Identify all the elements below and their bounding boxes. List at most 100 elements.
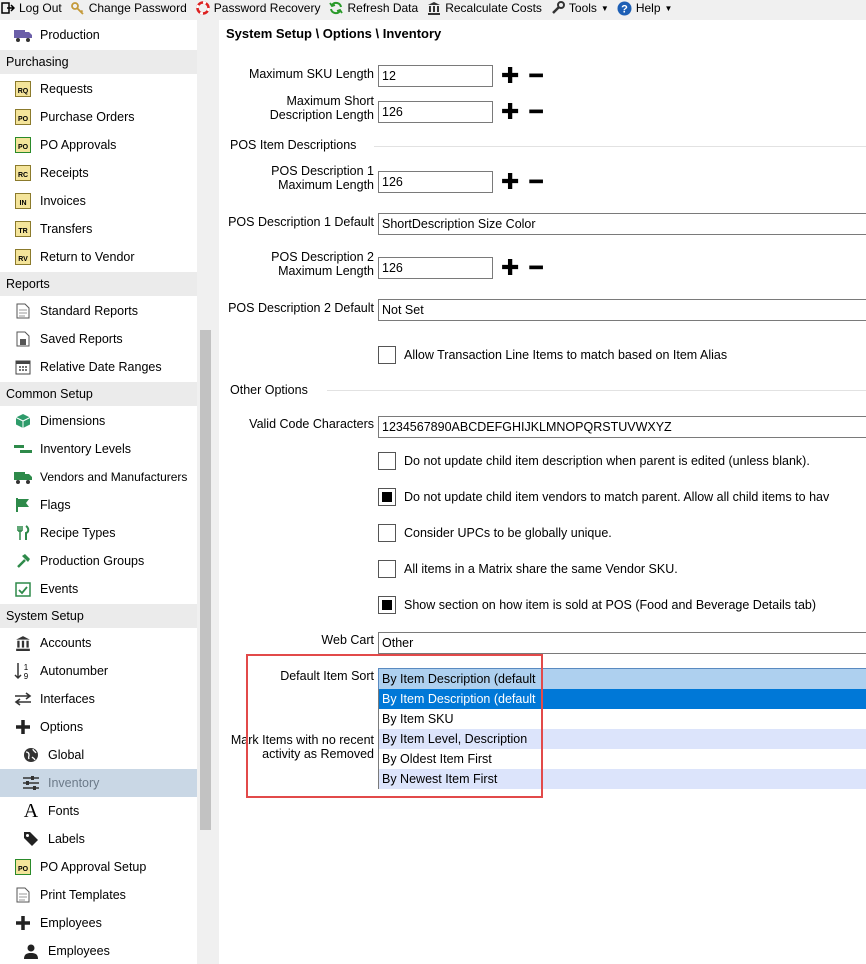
sidebar-item-fonts[interactable]: A Fonts <box>0 797 197 825</box>
minus-icon[interactable]: ━ <box>529 257 542 279</box>
default-sort-select[interactable]: By Item Description (default <box>378 668 866 690</box>
sidebar-item-po-approval-setup[interactable]: PO PO Approval Setup <box>0 853 197 881</box>
plus-icon[interactable]: ✚ <box>501 101 519 123</box>
sidebar-item-vendors[interactable]: Vendors and Manufacturers <box>0 463 197 491</box>
checkbox-row[interactable]: Show section on how item is sold at POS … <box>378 596 816 614</box>
scrollbar-thumb[interactable] <box>200 330 211 830</box>
section-reports[interactable]: Reports <box>0 272 197 296</box>
pos1-max-label: POS Description 1 Maximum Length <box>239 164 374 192</box>
sidebar-item-label: Fonts <box>48 804 80 818</box>
max-short-label: Maximum Short Description Length <box>239 94 374 122</box>
dropdown-option[interactable]: By Item Description (default <box>379 689 866 709</box>
refresh-data-button[interactable]: Refresh Data <box>328 0 418 16</box>
wrench-icon <box>550 0 566 16</box>
sidebar-item-standard-reports[interactable]: Standard Reports <box>0 297 197 325</box>
document-badge-icon: RQ <box>12 78 34 100</box>
plus-icon[interactable]: ✚ <box>501 171 519 193</box>
sidebar-item-accounts[interactable]: Accounts <box>0 629 197 657</box>
checkbox-row[interactable]: All items in a Matrix share the same Ven… <box>378 560 678 578</box>
max-sku-input[interactable]: 12 <box>378 65 493 87</box>
plus-icon[interactable]: ✚ <box>501 257 519 279</box>
sidebar-item-return-to-vendor[interactable]: RV Return to Vendor <box>0 243 197 271</box>
dropdown-option[interactable]: By Item Level, Description <box>379 729 866 749</box>
checkbox[interactable] <box>378 596 396 614</box>
sidebar-item-interfaces[interactable]: Interfaces <box>0 685 197 713</box>
help-icon: ? <box>617 0 633 16</box>
dropdown-option[interactable]: By Oldest Item First <box>379 749 866 769</box>
alias-checkbox-row[interactable]: Allow Transaction Line Items to match ba… <box>378 346 727 364</box>
checkbox-label: Consider UPCs to be globally unique. <box>404 526 612 540</box>
checkbox-label: Allow Transaction Line Items to match ba… <box>404 348 728 362</box>
password-recovery-label: Password Recovery <box>213 1 321 15</box>
sidebar-item-saved-reports[interactable]: Saved Reports <box>0 325 197 353</box>
dropdown-option[interactable]: By Item SKU <box>379 709 866 729</box>
sidebar-item-production[interactable]: Production <box>0 21 197 49</box>
sidebar-item-autonumber[interactable]: 1 9 Autonumber <box>0 657 197 685</box>
sidebar-item-label: Saved Reports <box>40 332 123 346</box>
section-common-setup[interactable]: Common Setup <box>0 382 197 406</box>
pos2-default-input[interactable]: Not Set <box>378 299 866 321</box>
section-divider <box>374 146 866 147</box>
sort-numeric-icon: 19 <box>12 660 34 682</box>
levels-icon <box>12 438 34 460</box>
sidebar-item-relative-date-ranges[interactable]: Relative Date Ranges <box>0 353 197 381</box>
user-icon <box>20 940 42 962</box>
sidebar-item-inventory[interactable]: Inventory <box>0 769 197 797</box>
sidebar-item-purchase-orders[interactable]: PO Purchase Orders <box>0 103 197 131</box>
max-short-input[interactable]: 126 <box>378 101 493 123</box>
sidebar-item-options[interactable]: Options <box>0 713 197 741</box>
checkbox[interactable] <box>378 524 396 542</box>
sidebar-item-production-groups[interactable]: Production Groups <box>0 547 197 575</box>
checkbox-label: Show section on how item is sold at POS … <box>404 598 817 612</box>
document-badge-icon: IN <box>12 190 34 212</box>
sidebar-item-employees[interactable]: Employees <box>0 909 197 937</box>
checkbox[interactable] <box>378 488 396 506</box>
section-purchasing[interactable]: Purchasing <box>0 50 197 74</box>
checkbox[interactable] <box>378 452 396 470</box>
help-menu[interactable]: ? Help ▼ <box>617 0 672 16</box>
sidebar-item-po-approvals[interactable]: PO PO Approvals <box>0 131 197 159</box>
section-label: Reports <box>6 277 50 291</box>
section-system-setup[interactable]: System Setup <box>0 604 197 628</box>
default-sort-label: Default Item Sort <box>280 669 374 683</box>
label-line: Maximum Short <box>286 94 374 108</box>
checkbox[interactable] <box>378 560 396 578</box>
sidebar-item-dimensions[interactable]: Dimensions <box>0 407 197 435</box>
minus-icon[interactable]: ━ <box>529 171 542 193</box>
logout-button[interactable]: Log Out <box>0 0 62 16</box>
sidebar-item-global[interactable]: Global <box>0 741 197 769</box>
sidebar-item-employees-child[interactable]: Employees <box>0 937 197 964</box>
sidebar-item-transfers[interactable]: TR Transfers <box>0 215 197 243</box>
sidebar-item-label: Transfers <box>40 222 93 236</box>
svg-text:9: 9 <box>24 672 29 680</box>
sidebar-item-print-templates[interactable]: Print Templates <box>0 881 197 909</box>
change-password-button[interactable]: Change Password <box>70 0 187 16</box>
tools-menu[interactable]: Tools ▼ <box>550 0 609 16</box>
alias-checkbox[interactable] <box>378 346 396 364</box>
refresh-data-label: Refresh Data <box>347 1 419 15</box>
sidebar-item-inventory-levels[interactable]: Inventory Levels <box>0 435 197 463</box>
dropdown-option[interactable]: By Newest Item First <box>379 769 866 789</box>
sidebar-scrollbar[interactable] <box>197 20 214 964</box>
pos1-default-input[interactable]: ShortDescription Size Color <box>378 213 866 235</box>
sidebar-item-label: PO Approval Setup <box>40 860 147 874</box>
pos1-max-input[interactable]: 126 <box>378 171 493 193</box>
sidebar-item-recipe-types[interactable]: Recipe Types <box>0 519 197 547</box>
checkbox-row[interactable]: Do not update child item description whe… <box>378 452 810 470</box>
minus-icon[interactable]: ━ <box>529 65 542 87</box>
plus-icon[interactable]: ✚ <box>501 65 519 87</box>
checkbox-row[interactable]: Consider UPCs to be globally unique. <box>378 524 612 542</box>
sidebar-item-receipts[interactable]: RC Receipts <box>0 159 197 187</box>
sidebar-item-flags[interactable]: Flags <box>0 491 197 519</box>
valid-chars-input[interactable]: 1234567890ABCDEFGHIJKLMNOPQRSTUVWXYZ <box>378 416 866 438</box>
checkbox-row[interactable]: Do not update child item vendors to matc… <box>378 488 829 506</box>
sidebar-item-labels[interactable]: Labels <box>0 825 197 853</box>
web-cart-select[interactable]: Other <box>378 632 866 654</box>
password-recovery-button[interactable]: Password Recovery <box>195 0 321 16</box>
sidebar-item-events[interactable]: Events <box>0 575 197 603</box>
minus-icon[interactable]: ━ <box>529 101 542 123</box>
sidebar-item-invoices[interactable]: IN Invoices <box>0 187 197 215</box>
recalculate-costs-button[interactable]: Recalculate Costs <box>426 0 542 16</box>
sidebar-item-requests[interactable]: RQ Requests <box>0 75 197 103</box>
pos2-max-input[interactable]: 126 <box>378 257 493 279</box>
